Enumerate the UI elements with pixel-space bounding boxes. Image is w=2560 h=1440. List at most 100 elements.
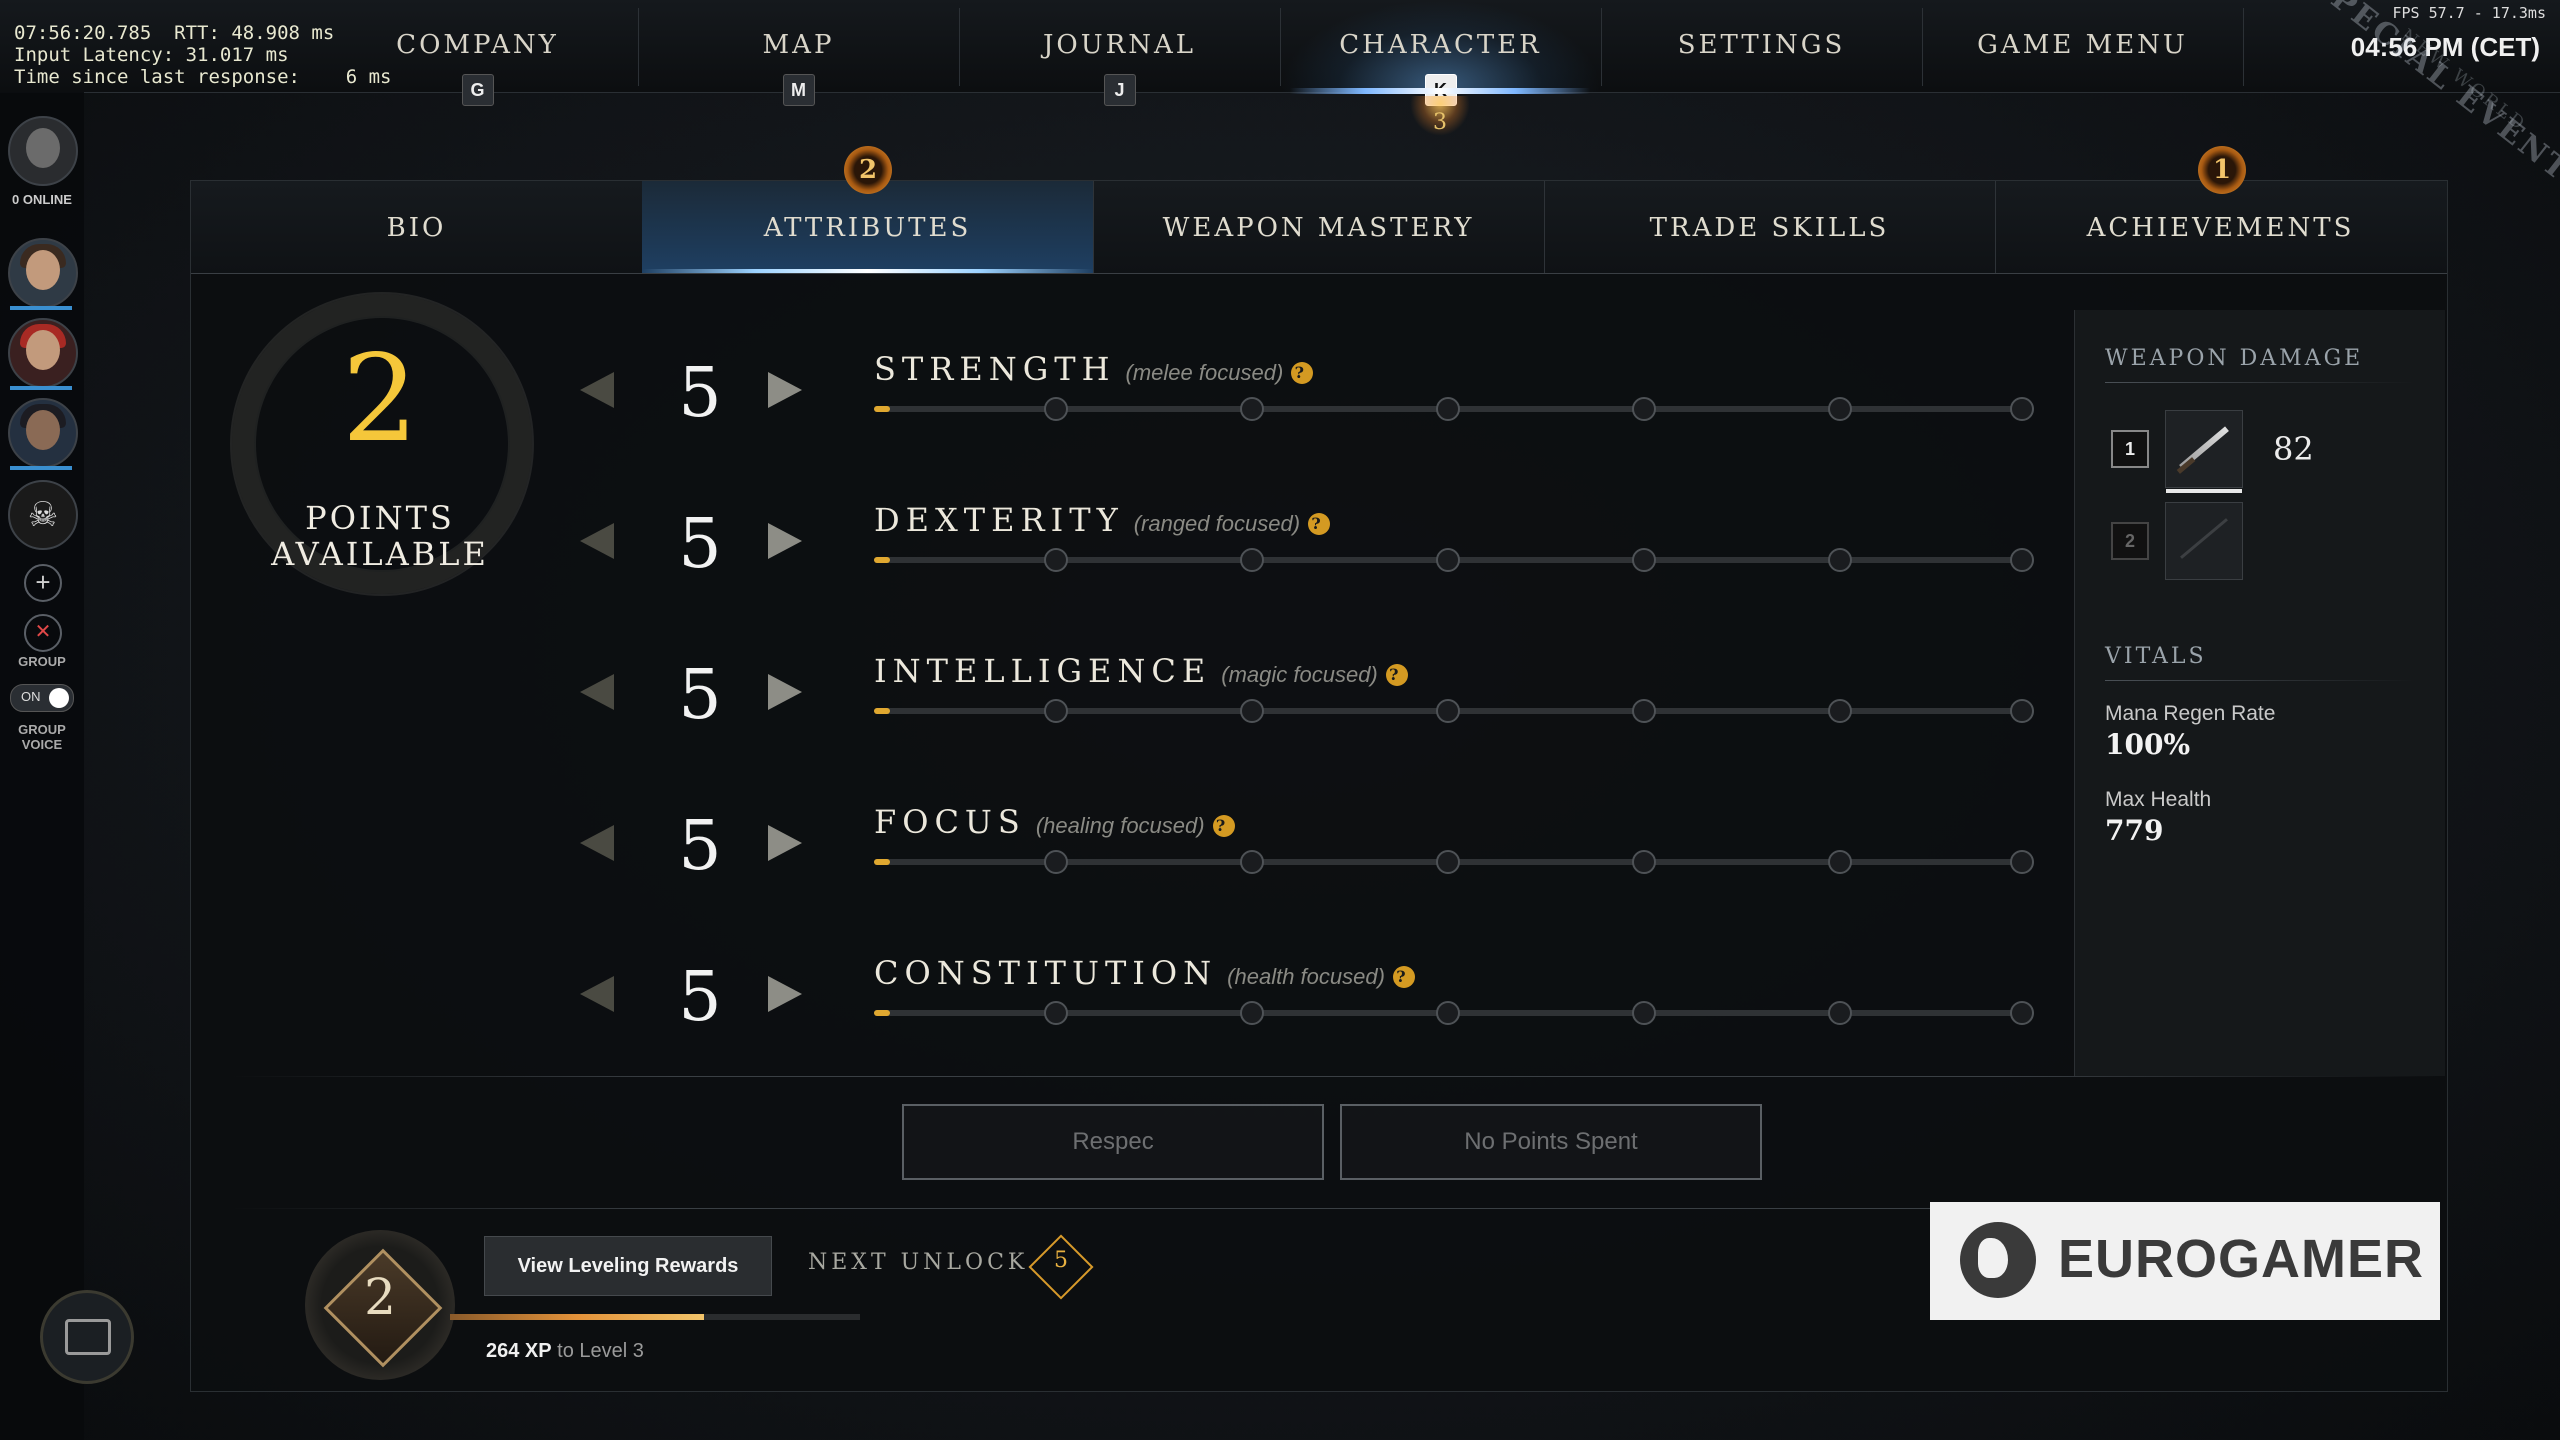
tab-trade-skills[interactable]: TRADE SKILLS — [1544, 181, 1995, 273]
attribute-row-dexterity: 5 DEXTERITY (ranged focused)? — [580, 481, 2060, 601]
character-subtabs: BIO ATTRIBUTES WEAPON MASTERY TRADE SKIL… — [191, 181, 2447, 274]
empty-weapon-slot-icon[interactable] — [2165, 502, 2243, 580]
constitution-value: 5 — [678, 958, 722, 1037]
max-health-value: 779 — [2105, 814, 2164, 847]
group-voice-label-line-1: GROUP — [18, 722, 66, 737]
nav-journal-label: JOURNAL — [1042, 30, 1197, 60]
friends-icon[interactable] — [8, 116, 78, 186]
view-leveling-rewards-button[interactable]: View Leveling Rewards — [484, 1236, 772, 1296]
party-avatar-1[interactable] — [8, 238, 78, 308]
nav-game-menu[interactable]: GAME MENU — [1922, 0, 2243, 92]
group-voice-toggle[interactable]: ON — [10, 684, 74, 712]
milestone-node[interactable] — [1044, 1001, 1068, 1025]
milestone-node[interactable] — [1828, 397, 1852, 421]
help-icon[interactable]: ? — [1385, 664, 1408, 686]
tab-attributes[interactable]: ATTRIBUTES — [642, 181, 1093, 273]
chat-icon — [65, 1319, 111, 1355]
tab-achievements-label: ACHIEVEMENTS — [2086, 213, 2355, 243]
decrease-strength-button[interactable] — [580, 372, 614, 408]
add-group-member-icon[interactable]: + — [24, 564, 62, 602]
milestone-node[interactable] — [1632, 699, 1656, 723]
milestone-node[interactable] — [2010, 699, 2034, 723]
increase-constitution-button[interactable] — [768, 976, 802, 1012]
decrease-intelligence-button[interactable] — [580, 674, 614, 710]
milestone-node[interactable] — [1044, 397, 1068, 421]
points-label-line-2: AVAILABLE — [271, 535, 489, 573]
social-sidebar: 0 ONLINE ☠ + ✕ GROUP ON GROUP VOICE — [0, 92, 84, 1440]
points-available-label: POINTS AVAILABLE — [230, 500, 530, 572]
milestone-node[interactable] — [1436, 699, 1460, 723]
constitution-progress-fill — [874, 1010, 890, 1016]
tab-bio[interactable]: BIO — [191, 181, 642, 273]
nav-settings[interactable]: SETTINGS — [1601, 0, 1922, 92]
mana-regen-label: Mana Regen Rate — [2105, 702, 2276, 725]
milestone-node[interactable] — [2010, 397, 2034, 421]
decrease-dexterity-button[interactable] — [580, 523, 614, 559]
milestone-node[interactable] — [1632, 1001, 1656, 1025]
increase-strength-button[interactable] — [768, 372, 802, 408]
no-points-spent-button[interactable]: No Points Spent — [1340, 1104, 1762, 1180]
milestone-node[interactable] — [1632, 397, 1656, 421]
increase-focus-button[interactable] — [768, 825, 802, 861]
respec-button[interactable]: Respec — [902, 1104, 1324, 1180]
strength-name: STRENGTH — [874, 350, 1116, 388]
group-voice-label: GROUP VOICE — [0, 722, 84, 752]
increase-dexterity-button[interactable] — [768, 523, 802, 559]
help-icon[interactable]: ? — [1291, 362, 1314, 384]
tab-weapon-mastery-label: WEAPON MASTERY — [1162, 213, 1475, 243]
party-avatar-3[interactable] — [8, 398, 78, 468]
decrease-constitution-button[interactable] — [580, 976, 614, 1012]
vitals-heading: VITALS — [2105, 644, 2207, 669]
tab-achievements[interactable]: ACHIEVEMENTS — [1995, 181, 2446, 273]
milestone-node[interactable] — [1828, 699, 1852, 723]
milestone-node[interactable] — [1044, 548, 1068, 572]
milestone-node[interactable] — [1436, 1001, 1460, 1025]
next-unlock-label: NEXT UNLOCK — [808, 1250, 1029, 1275]
help-icon[interactable]: ? — [1392, 966, 1415, 988]
milestone-node[interactable] — [2010, 850, 2034, 874]
milestone-node[interactable] — [1240, 397, 1264, 421]
next-unlock-level: 5 — [1054, 1248, 1068, 1273]
nav-divider — [2243, 8, 2244, 86]
leave-group-icon[interactable]: ✕ — [24, 614, 62, 652]
help-icon[interactable]: ? — [1308, 513, 1331, 535]
increase-intelligence-button[interactable] — [768, 674, 802, 710]
dexterity-name: DEXTERITY — [874, 501, 1124, 539]
points-available-value: 2 — [341, 330, 419, 469]
milestone-node[interactable] — [1632, 548, 1656, 572]
chat-button[interactable] — [40, 1290, 134, 1384]
tab-weapon-mastery[interactable]: WEAPON MASTERY — [1093, 181, 1544, 273]
milestone-node[interactable] — [1828, 1001, 1852, 1025]
milestone-node[interactable] — [2010, 1001, 2034, 1025]
milestone-node[interactable] — [2010, 548, 2034, 572]
help-icon[interactable]: ? — [1212, 815, 1235, 837]
watermark-text: EUROGAMER — [2058, 1229, 2425, 1289]
milestone-node[interactable] — [1436, 850, 1460, 874]
nav-character-label: CHARACTER — [1339, 30, 1542, 60]
sword-icon[interactable] — [2165, 410, 2243, 493]
stats-summary-panel: WEAPON DAMAGE 1 82 2 VITALS Mana Regen R… — [2074, 310, 2445, 1076]
decrease-focus-button[interactable] — [580, 825, 614, 861]
nav-character[interactable]: CHARACTER K — [1280, 0, 1601, 106]
strength-progress-fill — [874, 406, 890, 412]
skull-avatar-icon[interactable]: ☠ — [8, 480, 78, 550]
milestone-node[interactable] — [1436, 548, 1460, 572]
milestone-node[interactable] — [1828, 548, 1852, 572]
milestone-node[interactable] — [1044, 699, 1068, 723]
party-avatar-2[interactable] — [8, 318, 78, 388]
milestone-node[interactable] — [1436, 397, 1460, 421]
strength-focus: (melee focused) — [1125, 360, 1284, 385]
nav-journal[interactable]: JOURNAL J — [959, 0, 1280, 106]
character-level-indicator: 3 — [1433, 110, 1447, 135]
milestone-node[interactable] — [1828, 850, 1852, 874]
intelligence-label: INTELLIGENCE (magic focused)? — [874, 652, 1408, 690]
milestone-node[interactable] — [1240, 1001, 1264, 1025]
nav-map[interactable]: MAP M — [638, 0, 959, 106]
milestone-node[interactable] — [1632, 850, 1656, 874]
milestone-node[interactable] — [1044, 850, 1068, 874]
group-label: GROUP — [18, 654, 66, 669]
milestone-node[interactable] — [1240, 699, 1264, 723]
party-health-bar — [10, 466, 72, 470]
milestone-node[interactable] — [1240, 548, 1264, 572]
milestone-node[interactable] — [1240, 850, 1264, 874]
